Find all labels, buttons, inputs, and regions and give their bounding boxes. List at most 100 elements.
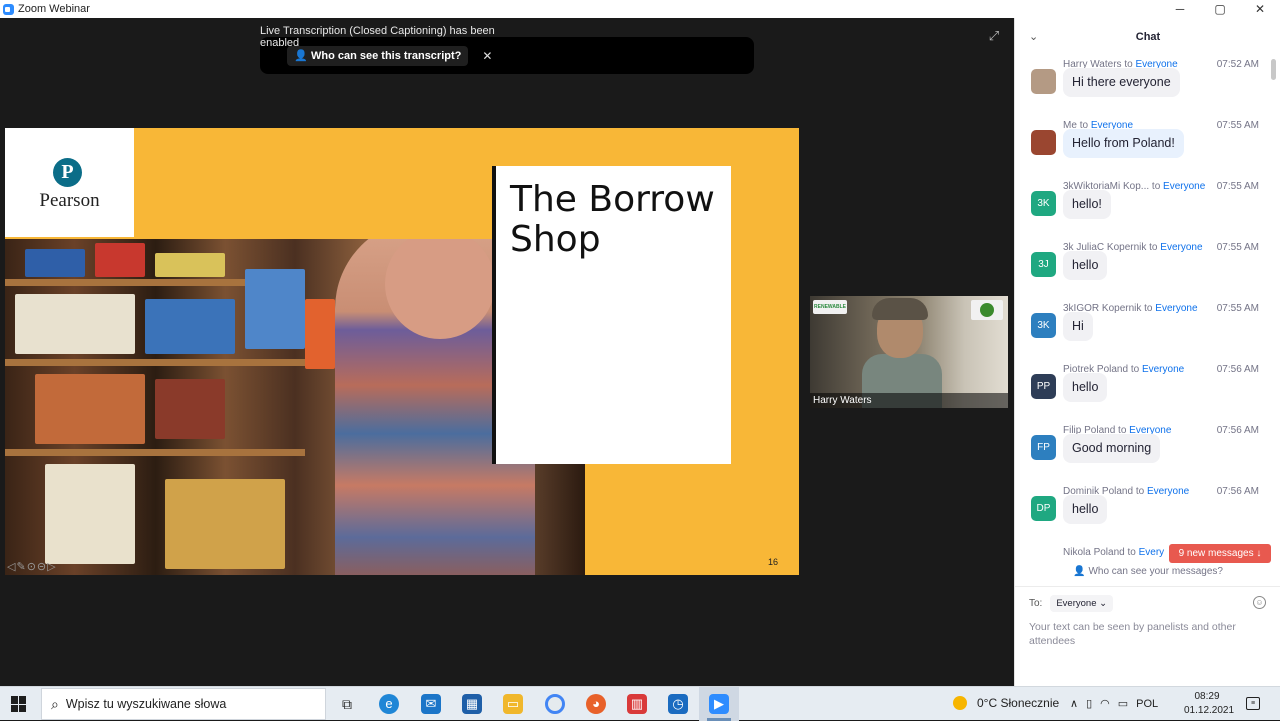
- zoom-app-icon: [3, 3, 14, 15]
- to-word: to: [1149, 242, 1158, 253]
- message-recipient[interactable]: Everyone: [1160, 242, 1202, 253]
- zoom-taskbar-icon[interactable]: ▶: [709, 694, 729, 714]
- message-recipient[interactable]: Everyone: [1155, 303, 1197, 314]
- message-recipient[interactable]: Everyone: [1147, 486, 1189, 497]
- message-bubble: Hello from Poland!: [1063, 129, 1184, 158]
- chat-scrollbar[interactable]: [1271, 59, 1276, 80]
- next-slide-icon[interactable]: ▷: [47, 560, 55, 573]
- close-window-button[interactable]: ✕: [1240, 0, 1280, 18]
- meeting-stage: ⤢ Live Transcription (Closed Captioning)…: [0, 18, 1014, 686]
- windows-start-icon[interactable]: [11, 696, 27, 712]
- weather-widget[interactable]: 0°C Słonecznie: [953, 696, 1059, 710]
- message-bubble: hello: [1063, 495, 1108, 524]
- slide-title-line: The Borrow: [510, 179, 715, 220]
- slide-title-card: The Borrow Shop: [492, 166, 731, 464]
- emoji-icon[interactable]: ☺: [1253, 596, 1266, 609]
- to-word: to: [1130, 364, 1140, 375]
- recipient-row: To: Everyone ⌄: [1029, 595, 1114, 612]
- chat-message: 3kIGOR Kopernik to Everyone 07:55 AM 3K …: [1015, 300, 1280, 361]
- who-can-see-messages-label: Who can see your messages?: [1088, 566, 1223, 577]
- maximize-button[interactable]: ▢: [1200, 0, 1240, 18]
- message-recipient[interactable]: Everyone: [1163, 181, 1205, 192]
- edge-browser-icon[interactable]: e: [379, 694, 399, 714]
- to-word: to: [1127, 547, 1136, 558]
- mail-icon[interactable]: ✉: [421, 694, 441, 714]
- wifi-icon[interactable]: ◠: [1100, 697, 1110, 710]
- prev-slide-icon[interactable]: ◁: [7, 560, 15, 573]
- message-time: 07:52 AM: [1216, 59, 1259, 70]
- toy-box: [165, 479, 285, 569]
- participant-video[interactable]: RENEWABLE Harry Waters: [810, 296, 1008, 408]
- chat-message-list[interactable]: Harry Waters to Everyone 07:52 AM Hi the…: [1015, 56, 1280, 561]
- avatar: DP: [1031, 496, 1056, 521]
- file-explorer-icon[interactable]: ▭: [503, 694, 523, 714]
- avatar: [1031, 69, 1056, 94]
- message-recipient[interactable]: Every: [1139, 547, 1165, 558]
- chat-compose-input[interactable]: Your text can be seen by panelists and o…: [1029, 620, 1264, 648]
- message-bubble: Hi: [1063, 312, 1093, 341]
- chat-title: Chat: [1135, 31, 1161, 43]
- chat-message: 3kWiktoriaMi Kop... to Everyone 07:55 AM…: [1015, 178, 1280, 239]
- zoom-in-icon[interactable]: ⊙: [27, 560, 36, 573]
- toy-box: [25, 249, 85, 277]
- pen-icon[interactable]: ✎: [16, 560, 25, 573]
- task-view-icon[interactable]: ⧉: [337, 694, 357, 714]
- who-can-see-messages[interactable]: 👤 Who can see your messages?: [1015, 566, 1280, 584]
- pearson-logo-text: Pearson: [39, 190, 100, 211]
- chat-message: Dominik Poland to Everyone 07:56 AM DP h…: [1015, 483, 1280, 544]
- chat-message: 3k JuliaC Kopernik to Everyone 07:55 AM …: [1015, 239, 1280, 300]
- toy-box: [95, 243, 145, 277]
- zoom-out-icon[interactable]: ⊝: [37, 560, 46, 573]
- clock-time: 08:29: [1194, 691, 1220, 702]
- toy-bag: [45, 464, 135, 564]
- weather-text: 0°C Słonecznie: [977, 696, 1060, 710]
- message-sender: Nikola Poland: [1063, 547, 1125, 558]
- toy-box: [305, 299, 335, 369]
- message-bubble: Hi there everyone: [1063, 68, 1180, 97]
- gift-icon[interactable]: ▥: [627, 694, 647, 714]
- fullscreen-icon[interactable]: ⤢: [986, 28, 1002, 44]
- message-time: 07:56 AM: [1216, 425, 1259, 436]
- message-meta: Nikola Poland to Every: [1063, 547, 1164, 558]
- language-indicator[interactable]: POL: [1136, 698, 1158, 710]
- minimize-button[interactable]: ─: [1160, 0, 1200, 18]
- message-time: 07:56 AM: [1216, 486, 1259, 497]
- taskbar-search-box[interactable]: ⌕ Wpisz tu wyszukiwane słowa: [41, 688, 326, 720]
- message-bubble: Good morning: [1063, 434, 1161, 463]
- message-time: 07:55 AM: [1216, 120, 1259, 131]
- shelf: [5, 449, 305, 456]
- avatar: 3K: [1031, 191, 1056, 216]
- pearson-logo: P Pearson: [5, 128, 134, 237]
- to-word: to: [1135, 486, 1145, 497]
- transcription-banner: Live Transcription (Closed Captioning) h…: [260, 25, 754, 74]
- firefox-icon[interactable]: ◕: [586, 694, 606, 714]
- notification-icon[interactable]: ≡: [1246, 697, 1260, 710]
- to-word: to: [1151, 181, 1161, 192]
- chrome-icon[interactable]: [545, 694, 565, 714]
- message-time: 07:55 AM: [1216, 181, 1259, 192]
- avatar: 3J: [1031, 252, 1056, 277]
- chevron-up-icon[interactable]: ∧: [1070, 697, 1078, 710]
- chat-divider: [1015, 586, 1280, 587]
- message-recipient[interactable]: Everyone: [1142, 364, 1184, 375]
- toy-box: [145, 299, 235, 354]
- chat-panel: ⌄ Chat Harry Waters to Everyone 07:52 AM…: [1014, 18, 1280, 686]
- toy-box: [155, 379, 225, 439]
- device-icon[interactable]: ▯: [1086, 697, 1092, 710]
- new-messages-button[interactable]: 9 new messages ↓: [1169, 544, 1271, 563]
- taskbar-clock[interactable]: 08:29 01.12.2021: [1184, 690, 1234, 718]
- message-bubble: hello: [1063, 373, 1108, 402]
- video-person-beanie: [872, 298, 928, 320]
- sun-icon: [953, 696, 967, 710]
- renewable-sign: RENEWABLE: [813, 300, 847, 314]
- message-bubble: hello!: [1063, 190, 1111, 219]
- toy-box: [15, 294, 135, 354]
- whiteboard-icon[interactable]: ◷: [668, 694, 688, 714]
- toy-box: [245, 269, 305, 349]
- recipient-select[interactable]: Everyone ⌄: [1050, 595, 1114, 612]
- store-icon[interactable]: ▦: [462, 694, 482, 714]
- battery-icon[interactable]: ▭: [1118, 697, 1128, 710]
- window-controls: ─ ▢ ✕: [1160, 0, 1280, 18]
- system-tray: ∧ ▯ ◠ ▭ POL: [1070, 697, 1158, 711]
- avatar: 3K: [1031, 313, 1056, 338]
